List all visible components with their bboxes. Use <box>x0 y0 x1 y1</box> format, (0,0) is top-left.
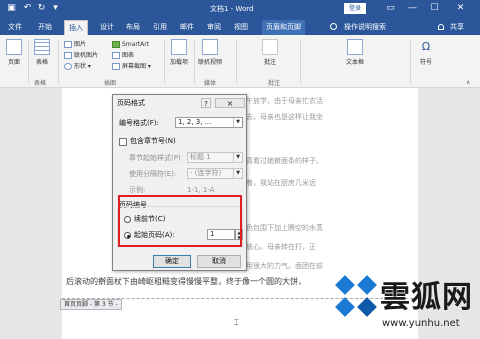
group-illustrations: 插图 <box>104 80 117 87</box>
separator <box>236 40 237 84</box>
tab-header-footer[interactable]: 页眉和页脚 <box>262 20 305 35</box>
tab-view[interactable]: 视图 <box>230 20 252 35</box>
shapes-button[interactable]: 形状 ▾ <box>64 62 91 71</box>
watermark-text: 雲狐网 <box>380 280 473 315</box>
maximize-icon[interactable]: ☐ <box>429 3 440 14</box>
redo-icon[interactable]: ↻ <box>36 3 47 14</box>
separator <box>194 40 195 84</box>
tab-mailings[interactable]: 邮件 <box>176 20 198 35</box>
footer-tag: 首页页脚 - 第 3 节 - <box>60 299 122 310</box>
dropdown-arrow-icon: ▼ <box>233 118 242 127</box>
doc-line: 不放心。母亲转在打，正 <box>239 243 316 251</box>
chart-icon <box>112 52 120 59</box>
separator-select[interactable]: - (连字符) ▼ <box>187 168 243 179</box>
help-button[interactable]: ? <box>201 98 211 108</box>
number-format-label: 编号格式(F): <box>119 119 159 127</box>
watermark-logo-icon <box>335 275 377 317</box>
ribbon-display-icon[interactable]: ▭ <box>385 3 396 14</box>
example-value: 1-1, 1-A <box>187 186 215 194</box>
addins-button[interactable]: 加载项 <box>170 39 188 66</box>
minimize-icon[interactable]: — <box>407 3 418 14</box>
tab-design[interactable]: 设计 <box>96 20 118 35</box>
table-button[interactable]: 表格 <box>34 39 50 66</box>
watermark: 雲狐网 www.yunhu.net <box>330 268 480 339</box>
share-button[interactable]: 共享 <box>446 20 468 35</box>
separator <box>164 40 165 84</box>
tab-layout[interactable]: 布局 <box>122 20 144 35</box>
include-chapter-checkbox[interactable] <box>119 138 127 146</box>
screenshot-button[interactable]: 屏幕截图 ▾ <box>112 62 151 71</box>
online-picture-icon <box>64 52 72 59</box>
separator <box>410 40 411 84</box>
comment-icon <box>262 39 278 55</box>
dropdown-arrow-icon: ▼ <box>233 169 242 178</box>
table-icon <box>34 39 50 55</box>
ribbon-insert: 页面 表格 表格 图片 联机图片 形状 ▾ SmartArt 图表 屏幕截图 ▾… <box>0 35 480 88</box>
tab-review[interactable]: 审阅 <box>203 20 225 35</box>
store-icon <box>171 39 187 55</box>
text-cursor: ⌶ <box>234 318 239 327</box>
collapse-ribbon-icon[interactable]: ∧ <box>466 79 470 86</box>
undo-icon[interactable]: ↶ <box>22 3 33 14</box>
lightbulb-icon <box>330 23 337 30</box>
ribbon-tabs: 文件 开始 插入 设计 布局 引用 邮件 审阅 视图 页眉和页脚 操作说明搜索 … <box>0 18 480 35</box>
screenshot-icon <box>112 63 120 70</box>
example-label: 示例: <box>129 186 146 194</box>
group-media: 媒体 <box>204 80 217 87</box>
shapes-icon <box>64 63 72 70</box>
online-video-button[interactable]: 联机视频 <box>198 39 222 66</box>
textbox-icon <box>347 39 363 55</box>
login-button[interactable]: 登录 <box>344 3 367 14</box>
cancel-button[interactable]: 取消 <box>197 255 241 268</box>
watermark-url: www.yunhu.net <box>382 318 460 329</box>
comment-button[interactable]: 批注 <box>262 39 278 66</box>
include-chapter-label: 包含章节号(N) <box>130 137 176 145</box>
separator-label: 使用分隔符(E): <box>129 170 177 178</box>
number-format-select[interactable]: 1, 2, 3, ... ▼ <box>175 117 243 128</box>
separator <box>58 40 59 84</box>
close-icon[interactable]: ✕ <box>455 3 466 14</box>
tab-insert[interactable]: 插入 <box>64 20 88 35</box>
tab-home[interactable]: 开始 <box>34 20 56 35</box>
doc-line: 衣色包围下加上腾空的水蒸 <box>239 224 323 232</box>
share-icon <box>438 24 444 30</box>
title-bar: ▣ ↶ ↻ ▾ 文档1 - Word 登录 ▭ — ☐ ✕ <box>0 0 480 18</box>
customize-quick-access-icon[interactable]: ▾ <box>50 3 61 14</box>
chart-button[interactable]: 图表 <box>112 51 134 60</box>
highlight-box <box>118 195 242 247</box>
group-comments: 批注 <box>268 80 281 87</box>
doc-line: 认真看过她擀面条的样子。 <box>239 157 323 165</box>
tell-me-search[interactable]: 操作说明搜索 <box>340 20 390 35</box>
dialog-title: 页码格式 <box>117 99 145 107</box>
doc-line: 开着，我站在厨房几米远 <box>239 179 316 187</box>
separator <box>300 40 301 84</box>
omega-icon: Ω <box>421 40 431 53</box>
video-icon <box>202 39 218 55</box>
doc-line: 上午放学，由于母亲忙农活 <box>239 97 323 105</box>
chapter-style-select[interactable]: 标题 1 ▼ <box>187 152 243 163</box>
doc-line: 去去。母亲也是这样让我坐 <box>239 113 323 121</box>
tab-file[interactable]: 文件 <box>4 20 26 35</box>
chapter-style-label: 章节起始样式(P) <box>129 154 181 162</box>
separator <box>28 40 29 84</box>
online-pictures-button[interactable]: 联机图片 <box>64 51 98 60</box>
dropdown-arrow-icon: ▼ <box>233 153 242 162</box>
doc-line: 后滚动的擀面杖下由崎岖粗糙变得慢慢平整，终于像一个圆的大饼， <box>66 277 306 286</box>
window-title: 文档1 - Word <box>210 5 254 13</box>
pictures-button[interactable]: 图片 <box>64 40 86 49</box>
dialog-close-button[interactable]: × <box>215 98 245 108</box>
tab-references[interactable]: 引用 <box>149 20 171 35</box>
textbox-button[interactable]: 文本框 <box>346 39 364 66</box>
smartart-button[interactable]: SmartArt <box>112 40 149 49</box>
smartart-icon <box>112 41 120 48</box>
picture-icon <box>64 41 72 48</box>
save-icon[interactable]: ▣ <box>6 3 17 14</box>
ok-button[interactable]: 确定 <box>153 255 191 268</box>
doc-line: 要用很大的力气。面团在前 <box>239 262 323 270</box>
pages-icon <box>6 39 22 55</box>
group-tables: 表格 <box>34 80 47 87</box>
pages-button[interactable]: 页面 <box>6 39 22 66</box>
symbol-button[interactable]: Ω 符号 <box>418 39 434 66</box>
